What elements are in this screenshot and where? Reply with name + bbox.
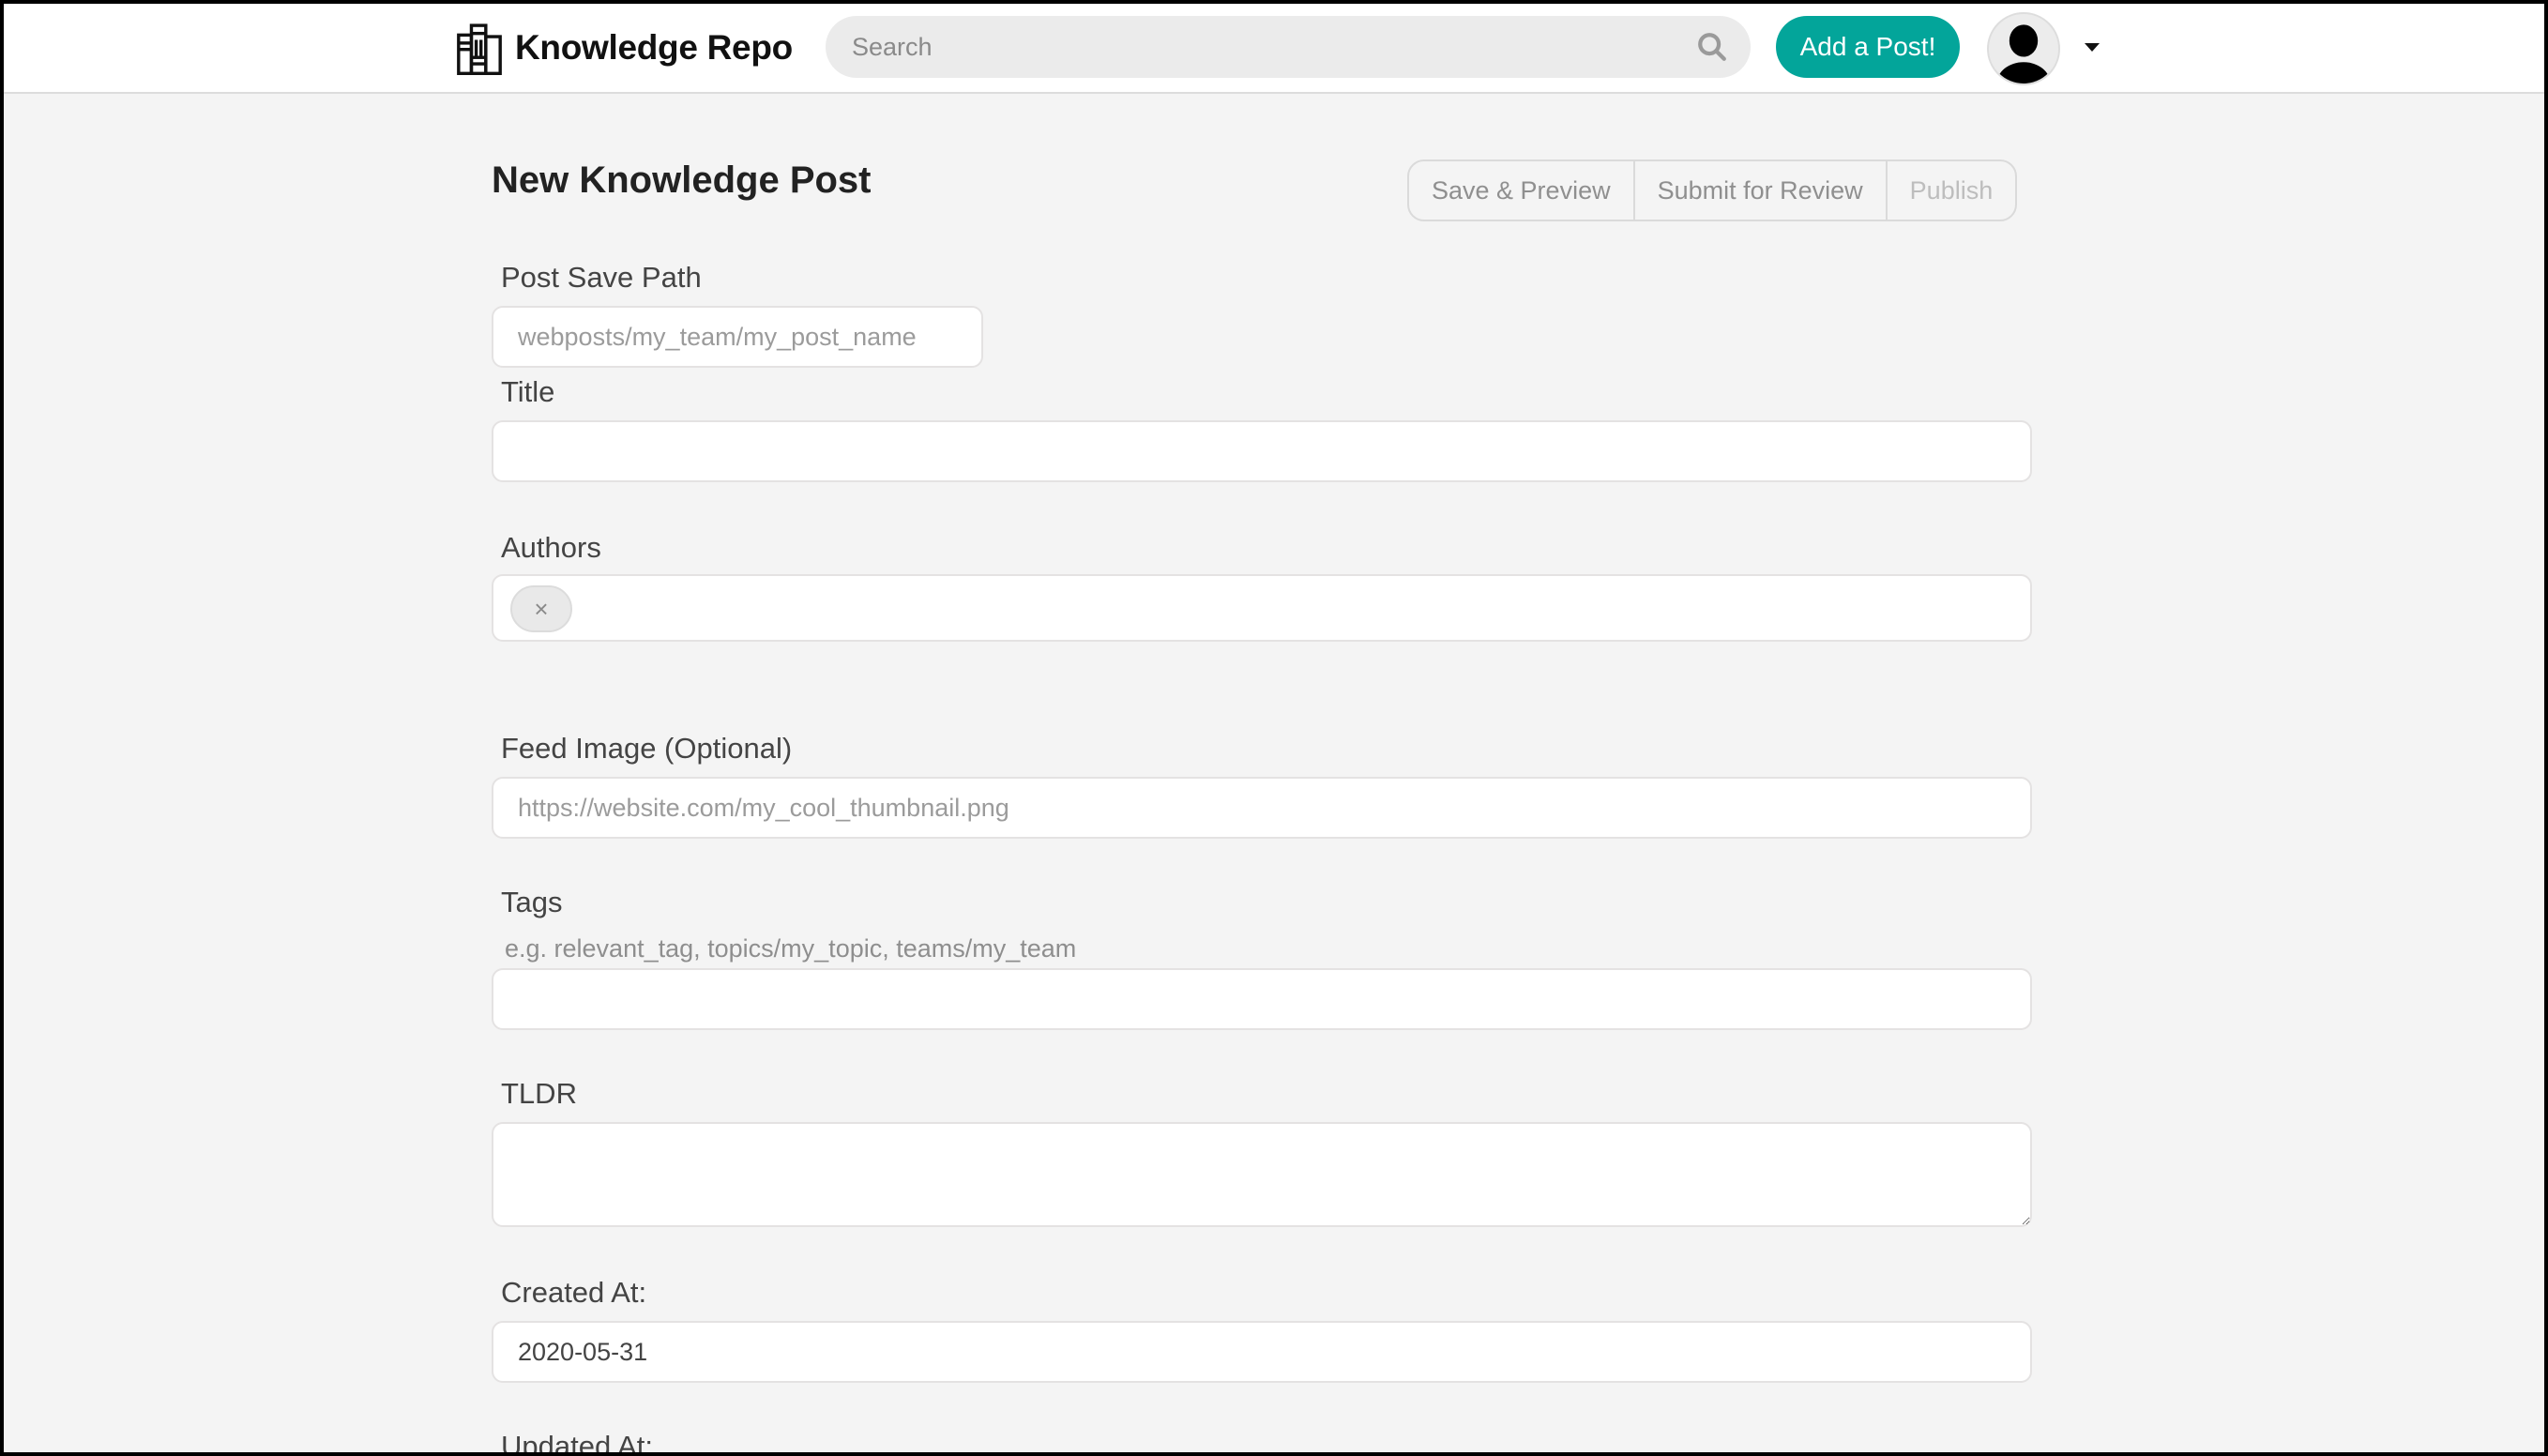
search-input[interactable] bbox=[852, 16, 1677, 78]
search-bar bbox=[826, 16, 1751, 78]
publish-button: Publish bbox=[1885, 161, 2016, 220]
updated-at-label: Updated At: bbox=[501, 1430, 654, 1452]
navbar: Knowledge Repo Add a Post! bbox=[4, 4, 2544, 94]
authors-label: Authors bbox=[501, 531, 601, 564]
authors-input[interactable]: × bbox=[492, 574, 2032, 642]
logo[interactable]: Knowledge Repo bbox=[455, 21, 793, 75]
search-icon[interactable] bbox=[1696, 31, 1728, 63]
created-at-label: Created At: bbox=[501, 1276, 647, 1309]
post-save-path-input[interactable] bbox=[492, 306, 983, 368]
tags-label: Tags bbox=[501, 886, 563, 918]
post-actions: Save & Preview Submit for Review Publish bbox=[1407, 159, 2018, 221]
books-logo-icon bbox=[457, 23, 502, 75]
tags-hint: e.g. relevant_tag, topics/my_topic, team… bbox=[505, 934, 1077, 963]
post-save-path-label: Post Save Path bbox=[501, 261, 702, 294]
tldr-label: TLDR bbox=[501, 1077, 577, 1110]
browser-viewport: Knowledge Repo Add a Post! New Knowledge… bbox=[4, 4, 2544, 1452]
feed-image-input[interactable] bbox=[492, 777, 2032, 839]
title-label: Title bbox=[501, 375, 555, 408]
author-remove-chip[interactable]: × bbox=[510, 585, 572, 632]
app-name: Knowledge Repo bbox=[515, 28, 793, 67]
user-silhouette-icon bbox=[1996, 24, 2051, 83]
submit-review-button[interactable]: Submit for Review bbox=[1632, 161, 1886, 220]
tags-input[interactable] bbox=[492, 968, 2032, 1030]
title-input[interactable] bbox=[492, 420, 2032, 482]
user-menu-caret-icon[interactable] bbox=[2085, 43, 2100, 52]
add-post-button[interactable]: Add a Post! bbox=[1776, 16, 1960, 78]
feed-image-label: Feed Image (Optional) bbox=[501, 732, 793, 765]
page-title: New Knowledge Post bbox=[492, 159, 872, 201]
tldr-textarea[interactable] bbox=[492, 1122, 2032, 1227]
created-at-input[interactable] bbox=[492, 1321, 2032, 1383]
save-preview-button[interactable]: Save & Preview bbox=[1409, 161, 1633, 220]
user-avatar[interactable] bbox=[1987, 12, 2060, 85]
